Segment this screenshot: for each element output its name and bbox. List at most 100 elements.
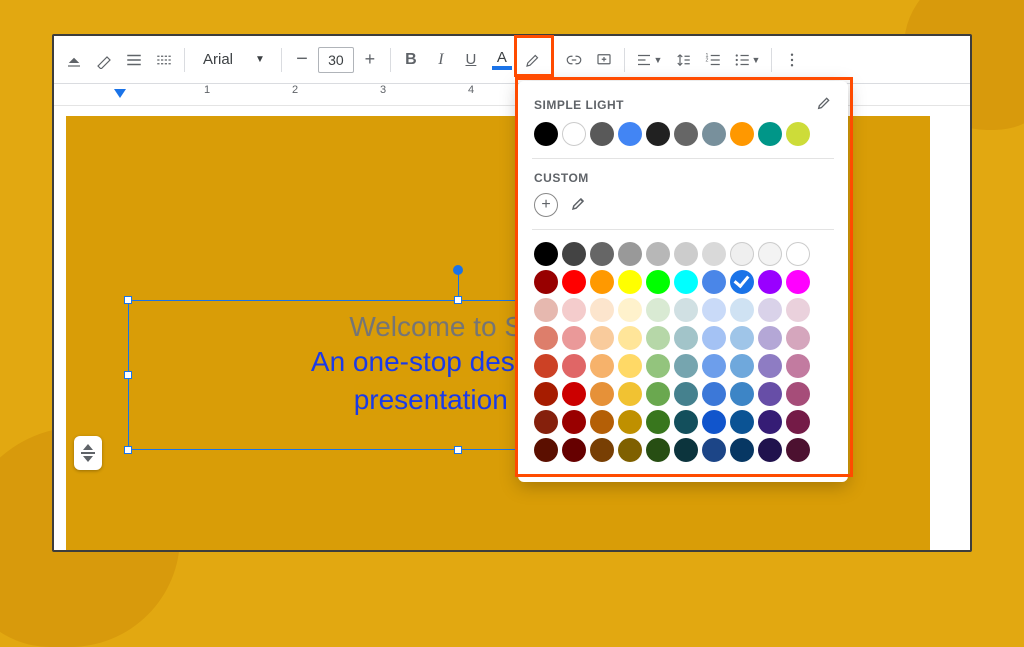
color-swatch[interactable] xyxy=(702,270,726,294)
color-swatch[interactable] xyxy=(534,122,558,146)
color-swatch[interactable] xyxy=(618,270,642,294)
color-swatch[interactable] xyxy=(534,410,558,434)
border-weight-button[interactable] xyxy=(120,45,148,75)
color-swatch[interactable] xyxy=(562,270,586,294)
color-swatch[interactable] xyxy=(534,326,558,350)
color-swatch[interactable] xyxy=(730,242,754,266)
color-swatch[interactable] xyxy=(786,298,810,322)
color-swatch[interactable] xyxy=(534,298,558,322)
color-swatch[interactable] xyxy=(590,382,614,406)
resize-handle[interactable] xyxy=(454,446,462,454)
color-swatch[interactable] xyxy=(590,410,614,434)
color-swatch[interactable] xyxy=(562,242,586,266)
color-swatch[interactable] xyxy=(758,326,782,350)
font-family-select[interactable]: Arial ▼ xyxy=(191,45,275,75)
color-swatch[interactable] xyxy=(674,242,698,266)
color-swatch[interactable] xyxy=(618,298,642,322)
color-swatch[interactable] xyxy=(590,122,614,146)
highlight-color-button[interactable] xyxy=(519,45,547,75)
color-swatch[interactable] xyxy=(590,298,614,322)
color-swatch[interactable] xyxy=(646,382,670,406)
color-swatch[interactable] xyxy=(730,122,754,146)
color-swatch[interactable] xyxy=(674,122,698,146)
resize-handle[interactable] xyxy=(124,446,132,454)
color-swatch[interactable] xyxy=(646,326,670,350)
color-swatch[interactable] xyxy=(534,242,558,266)
rotate-handle[interactable] xyxy=(453,265,463,275)
more-button[interactable] xyxy=(778,45,806,75)
color-swatch[interactable] xyxy=(758,382,782,406)
color-swatch[interactable] xyxy=(702,298,726,322)
border-color-button[interactable] xyxy=(90,45,118,75)
color-swatch[interactable] xyxy=(674,298,698,322)
color-swatch[interactable] xyxy=(618,354,642,378)
color-swatch[interactable] xyxy=(646,122,670,146)
add-comment-button[interactable] xyxy=(590,45,618,75)
color-swatch[interactable] xyxy=(562,326,586,350)
color-swatch[interactable] xyxy=(702,382,726,406)
bullet-list-button[interactable]: ▼ xyxy=(729,45,765,75)
resize-handle[interactable] xyxy=(124,296,132,304)
color-swatch[interactable] xyxy=(646,410,670,434)
color-swatch[interactable] xyxy=(702,242,726,266)
color-swatch[interactable] xyxy=(562,438,586,462)
increase-font-size-button[interactable]: + xyxy=(356,45,384,75)
line-spacing-button[interactable] xyxy=(669,45,697,75)
color-swatch[interactable] xyxy=(730,326,754,350)
color-swatch[interactable] xyxy=(674,410,698,434)
color-swatch[interactable] xyxy=(674,326,698,350)
color-swatch[interactable] xyxy=(786,122,810,146)
color-swatch[interactable] xyxy=(786,438,810,462)
color-swatch[interactable] xyxy=(646,438,670,462)
color-swatch[interactable] xyxy=(618,242,642,266)
color-swatch[interactable] xyxy=(534,354,558,378)
color-swatch[interactable] xyxy=(562,298,586,322)
color-swatch[interactable] xyxy=(562,122,586,146)
color-swatch[interactable] xyxy=(674,438,698,462)
resize-handle[interactable] xyxy=(124,371,132,379)
color-swatch[interactable] xyxy=(674,270,698,294)
text-color-button[interactable]: A xyxy=(487,43,517,77)
color-swatch[interactable] xyxy=(702,122,726,146)
indent-marker-icon[interactable] xyxy=(114,89,126,98)
color-swatch[interactable] xyxy=(758,122,782,146)
color-swatch[interactable] xyxy=(758,270,782,294)
color-swatch[interactable] xyxy=(786,354,810,378)
color-swatch[interactable] xyxy=(786,270,810,294)
font-size-input[interactable]: 30 xyxy=(318,47,354,73)
color-swatch[interactable] xyxy=(646,354,670,378)
color-swatch[interactable] xyxy=(758,242,782,266)
color-swatch[interactable] xyxy=(730,270,754,294)
color-swatch[interactable] xyxy=(590,354,614,378)
decrease-font-size-button[interactable]: − xyxy=(288,45,316,75)
resize-handle[interactable] xyxy=(454,296,462,304)
color-swatch[interactable] xyxy=(534,270,558,294)
color-swatch[interactable] xyxy=(730,354,754,378)
color-swatch[interactable] xyxy=(534,438,558,462)
border-dash-button[interactable] xyxy=(150,45,178,75)
color-swatch[interactable] xyxy=(730,298,754,322)
add-custom-color-button[interactable]: + xyxy=(534,193,558,217)
color-swatch[interactable] xyxy=(730,438,754,462)
numbered-list-button[interactable]: 12 xyxy=(699,45,727,75)
italic-button[interactable]: I xyxy=(427,45,455,75)
color-swatch[interactable] xyxy=(590,270,614,294)
color-swatch[interactable] xyxy=(562,410,586,434)
color-swatch[interactable] xyxy=(618,438,642,462)
color-swatch[interactable] xyxy=(618,326,642,350)
color-swatch[interactable] xyxy=(590,326,614,350)
color-swatch[interactable] xyxy=(758,410,782,434)
align-button[interactable]: ▼ xyxy=(631,45,667,75)
speaker-notes-toggle[interactable] xyxy=(74,436,102,470)
color-swatch[interactable] xyxy=(590,242,614,266)
color-swatch[interactable] xyxy=(674,354,698,378)
color-swatch[interactable] xyxy=(702,326,726,350)
color-swatch[interactable] xyxy=(562,382,586,406)
insert-link-button[interactable] xyxy=(560,45,588,75)
color-swatch[interactable] xyxy=(786,382,810,406)
color-swatch[interactable] xyxy=(758,354,782,378)
color-swatch[interactable] xyxy=(674,382,698,406)
color-swatch[interactable] xyxy=(730,410,754,434)
color-swatch[interactable] xyxy=(590,438,614,462)
color-swatch[interactable] xyxy=(786,326,810,350)
